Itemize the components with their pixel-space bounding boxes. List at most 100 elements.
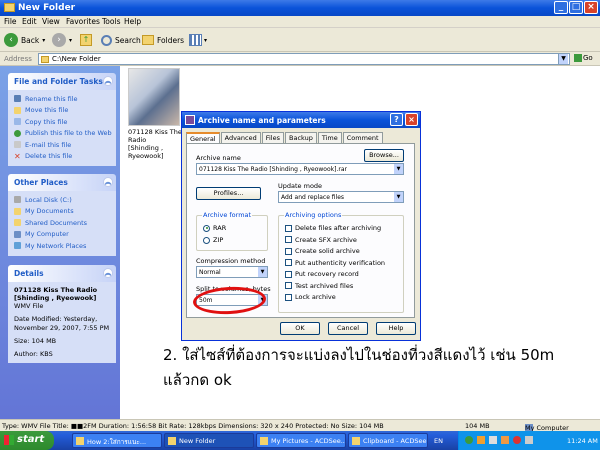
back-button[interactable]: ‹ Back ▾ [4, 32, 45, 48]
radio-label: ZIP [213, 236, 224, 244]
close-button[interactable]: × [584, 1, 598, 14]
archive-name-input[interactable]: 071128 Kiss The Radio [Shinding , Ryeowo… [196, 163, 404, 175]
dialog-title: Archive name and parameters [198, 116, 326, 125]
details-panel: Details ︽ 071128 Kiss The Radio [Shinding… [8, 265, 116, 363]
file-thumbnail[interactable] [128, 68, 180, 126]
tray-icon[interactable] [501, 436, 509, 444]
task-delete[interactable]: ✕ Delete this file [14, 151, 112, 163]
place-network[interactable]: My Network Places [14, 240, 112, 252]
taskbar-item-acdsee-clipboard[interactable]: Clipboard - ACDSee... [348, 433, 428, 448]
task-rename[interactable]: Rename this file [14, 93, 112, 105]
taskbar-item-browser[interactable]: How 2:ใส่การแนะ... [72, 433, 162, 448]
move-icon [14, 106, 21, 114]
tab-time[interactable]: Time [317, 132, 342, 143]
update-mode-select[interactable]: Add and replace files ▼ [278, 191, 404, 203]
collapse-icon[interactable]: ︽ [103, 268, 113, 278]
folders-button[interactable]: Folders [142, 32, 184, 48]
place-shared-documents[interactable]: Shared Documents [14, 217, 112, 229]
menu-tools[interactable]: Tools [102, 17, 120, 26]
detail-size: Size: 104 MB [14, 337, 57, 345]
minimize-button[interactable]: _ [554, 1, 568, 14]
menu-help[interactable]: Help [124, 17, 141, 26]
collapse-icon[interactable]: ︽ [103, 177, 113, 187]
chevron-down-icon[interactable]: ▼ [258, 267, 267, 277]
profiles-button[interactable]: Profiles... [196, 187, 261, 200]
collapse-icon[interactable]: ︽ [103, 76, 113, 86]
maximize-button[interactable]: □ [569, 1, 583, 14]
language-indicator[interactable]: EN [434, 437, 443, 445]
option-delete-files[interactable]: Delete files after archiving [285, 224, 381, 232]
task-move[interactable]: Move this file [14, 105, 112, 117]
menu-file[interactable]: File [4, 17, 17, 26]
chevron-down-icon[interactable]: ▼ [394, 164, 403, 174]
option-create-sfx[interactable]: Create SFX archive [285, 236, 357, 244]
format-zip-radio[interactable]: ZIP [203, 236, 223, 244]
window-title-bar[interactable]: New Folder _ □ × [0, 0, 600, 16]
views-button[interactable]: ▾ [189, 32, 207, 48]
volume-icon[interactable] [525, 436, 533, 444]
option-lock-archive[interactable]: Lock archive [285, 293, 336, 301]
taskbar-item-new-folder[interactable]: New Folder [164, 433, 254, 448]
task-label: New Folder [179, 437, 216, 445]
option-solid-archive[interactable]: Create solid archive [285, 247, 360, 255]
help-button[interactable]: ? [390, 113, 403, 126]
folder-icon [41, 56, 49, 63]
dialog-title-bar[interactable]: Archive name and parameters ? × [182, 112, 420, 128]
menu-view[interactable]: View [42, 17, 60, 26]
tab-files[interactable]: Files [261, 132, 284, 143]
globe-icon [14, 129, 21, 137]
panel-header[interactable]: Details ︽ [8, 265, 116, 282]
forward-button[interactable]: › ▾ [52, 32, 72, 48]
up-folder-button[interactable]: ↑ [80, 32, 92, 48]
checkbox-icon [285, 224, 292, 232]
tab-comment[interactable]: Comment [342, 132, 383, 143]
ok-button[interactable]: OK [280, 322, 320, 335]
update-mode-value: Add and replace files [281, 194, 345, 201]
tray-icon[interactable] [489, 436, 497, 444]
taskbar-item-acdsee-pictures[interactable]: My Pictures - ACDSee... [256, 433, 346, 448]
format-rar-radio[interactable]: RAR [203, 224, 226, 232]
window-title: New Folder [18, 3, 76, 13]
option-authenticity[interactable]: Put authenticity verification [285, 259, 385, 267]
go-button[interactable]: Go [574, 54, 593, 62]
start-button[interactable]: start [0, 431, 54, 450]
forward-arrow-icon: › [52, 33, 66, 47]
tutorial-annotation: 2. ใส่ไซส์ที่ต้องการจะแบ่งลงไปในช่องที่ว… [163, 343, 600, 393]
clock[interactable]: 11:24 AM [567, 437, 598, 445]
task-copy[interactable]: Copy this file [14, 116, 112, 128]
place-local-disk[interactable]: Local Disk (C:) [14, 194, 112, 206]
tab-backup[interactable]: Backup [285, 132, 317, 143]
task-publish[interactable]: Publish this file to the Web [14, 128, 112, 140]
option-label: Create SFX archive [295, 235, 357, 244]
task-label: My Pictures - ACDSee... [271, 437, 346, 445]
status-size: 104 MB [465, 422, 490, 430]
tab-advanced[interactable]: Advanced [220, 132, 261, 143]
task-email[interactable]: E-mail this file [14, 139, 112, 151]
cancel-button[interactable]: Cancel [328, 322, 368, 335]
option-recovery-record[interactable]: Put recovery record [285, 270, 359, 278]
tray-icon[interactable] [465, 436, 473, 444]
archive-name-value: 071128 Kiss The Radio [Shinding , Ryeowo… [199, 166, 347, 173]
chevron-down-icon[interactable]: ▼ [558, 54, 568, 64]
address-input[interactable]: C:\New Folder ▼ [38, 53, 570, 65]
status-bar: Type: WMV File Title: ■■2FM Duration: 1:… [0, 419, 600, 432]
compression-select[interactable]: Normal ▼ [196, 266, 268, 278]
tray-icon[interactable] [477, 436, 485, 444]
search-button[interactable]: Search [101, 32, 141, 48]
tray-icon[interactable] [513, 436, 521, 444]
panel-header[interactable]: Other Places ︽ [8, 174, 116, 191]
folder-icon [4, 3, 15, 12]
option-test-files[interactable]: Test archived files [285, 282, 353, 290]
menu-favorites[interactable]: Favorites [66, 17, 100, 26]
place-my-documents[interactable]: My Documents [14, 206, 112, 218]
dialog-close-button[interactable]: × [405, 113, 418, 126]
menu-edit[interactable]: Edit [22, 17, 37, 26]
browse-button[interactable]: Browse... [364, 149, 404, 162]
panel-header[interactable]: File and Folder Tasks ︽ [8, 73, 116, 90]
update-mode-label: Update mode [278, 182, 323, 190]
detail-modified: Date Modified: Yesterday, [14, 315, 98, 323]
option-label: Put authenticity verification [295, 258, 386, 267]
chevron-down-icon[interactable]: ▼ [394, 192, 403, 202]
dialog-help-button[interactable]: Help [376, 322, 416, 335]
place-my-computer[interactable]: My Computer [14, 229, 112, 241]
